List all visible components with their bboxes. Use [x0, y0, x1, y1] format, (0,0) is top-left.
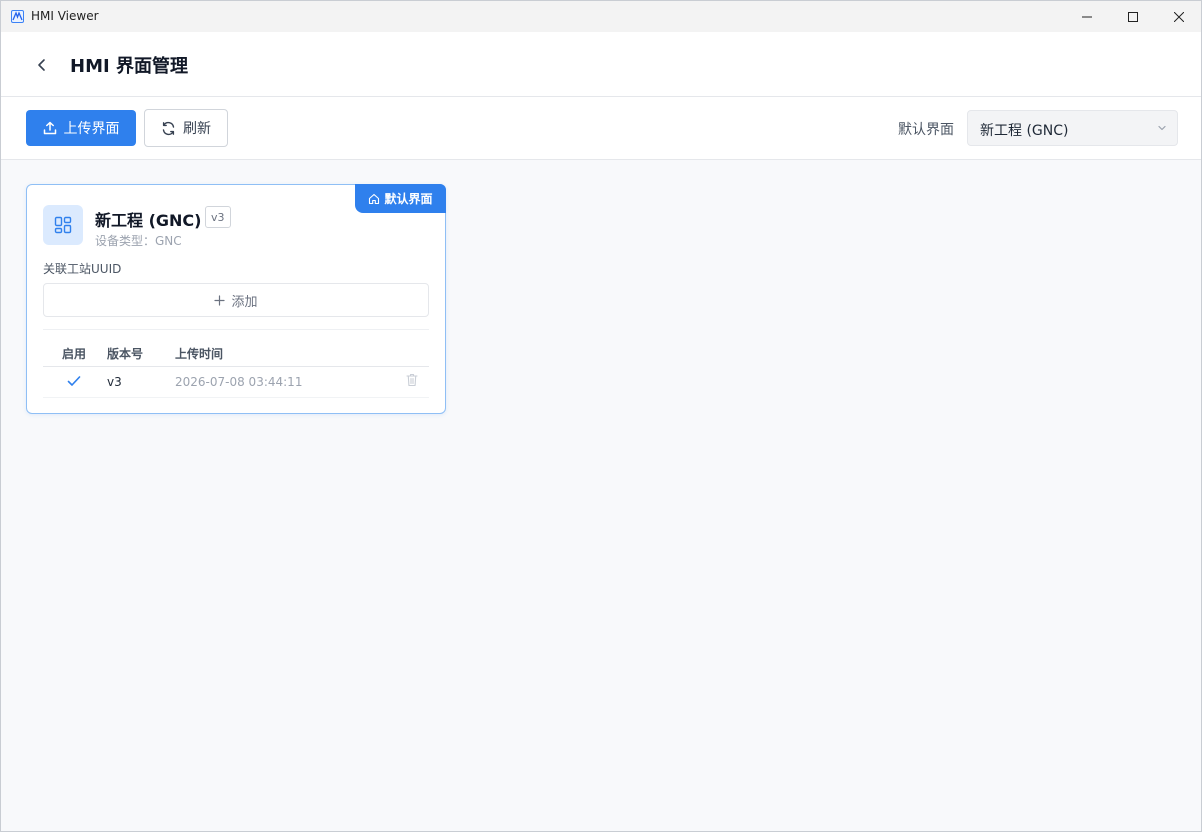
header-upload-time: 上传时间 [175, 347, 224, 361]
card-title: 新工程 (GNC) [95, 211, 202, 230]
chevron-left-icon [38, 59, 45, 71]
back-button[interactable] [29, 52, 55, 78]
upload-button-label: 上传界面 [63, 121, 120, 137]
maximize-icon [1128, 11, 1138, 22]
upload-button[interactable]: 上传界面 [26, 110, 136, 146]
title-bar: HMI Viewer [1, 1, 1201, 32]
default-interface-select-value: 新工程 (GNC) [980, 123, 1069, 139]
default-badge-label: 默认界面 [384, 192, 433, 206]
home-icon [369, 193, 380, 204]
page-header: HMI 界面管理 [1, 32, 1201, 97]
row-upload-time: 2026-07-08 03:44:11 [175, 375, 303, 389]
add-button-label: 添加 [231, 294, 258, 310]
enabled-check-icon[interactable] [67, 375, 81, 390]
divider [43, 329, 429, 330]
delete-icon[interactable] [406, 373, 418, 390]
app-window: HMI Viewer HMI 界面管理 上传界面 刷新 默认界面 新工程 (GN… [0, 0, 1202, 832]
refresh-icon [162, 121, 175, 135]
minimize-icon [1082, 16, 1092, 17]
add-uuid-button[interactable]: 添加 [43, 283, 429, 317]
upload-icon [43, 121, 56, 135]
dashboard-icon [43, 205, 83, 245]
toolbar: 上传界面 刷新 默认界面 新工程 (GNC) [1, 97, 1201, 160]
table-row[interactable]: v3 2026-07-08 03:44:11 [43, 367, 429, 398]
refresh-button-label: 刷新 [183, 121, 211, 137]
chevron-down-icon [1158, 125, 1166, 131]
version-tag: v3 [205, 206, 231, 228]
window-title: HMI Viewer [31, 9, 99, 23]
version-table: 启用 版本号 上传时间 v3 2026-07-08 03:44:11 [43, 337, 429, 398]
close-icon [1174, 11, 1184, 22]
default-badge: 默认界面 [355, 184, 446, 213]
page-title: HMI 界面管理 [70, 56, 188, 77]
app-logo-icon [11, 10, 24, 23]
row-version: v3 [107, 375, 122, 389]
close-button[interactable] [1156, 1, 1202, 32]
hmi-interface-card[interactable]: 默认界面 新工程 (GNC) v3 设备类型：GNC 关联工站UUID 添加 启… [26, 184, 446, 414]
table-header: 启用 版本号 上传时间 [43, 337, 429, 367]
device-type-text: 设备类型：GNC [95, 234, 182, 248]
minimize-button[interactable] [1064, 1, 1110, 32]
refresh-button[interactable]: 刷新 [144, 109, 228, 147]
default-interface-select[interactable]: 新工程 (GNC) [967, 110, 1178, 146]
uuid-label: 关联工站UUID [43, 262, 122, 276]
default-interface-label: 默认界面 [898, 122, 954, 138]
plus-icon [214, 294, 226, 306]
maximize-button[interactable] [1110, 1, 1156, 32]
header-version: 版本号 [107, 347, 144, 361]
header-enabled: 启用 [62, 347, 87, 361]
